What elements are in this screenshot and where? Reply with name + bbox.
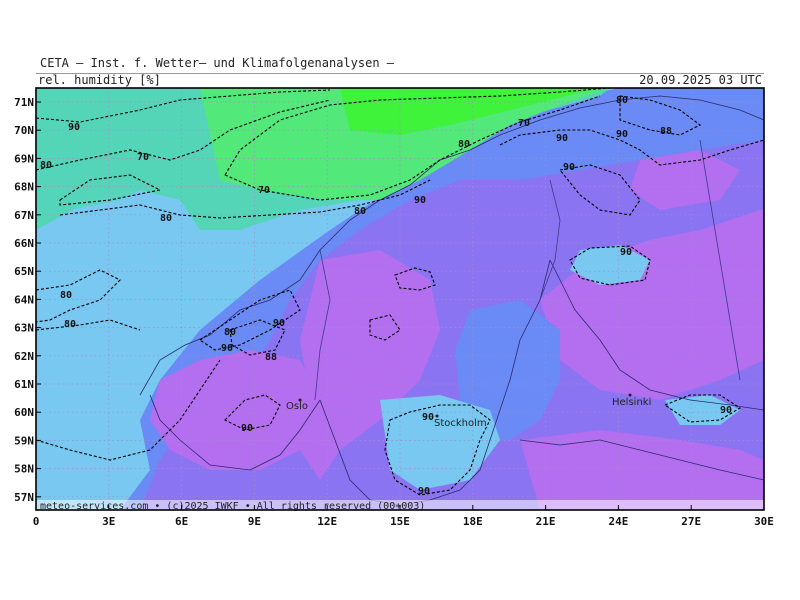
city-helsinki: Helsinki bbox=[612, 397, 651, 408]
contour-label: 80 bbox=[458, 139, 470, 150]
contour-label: 80 bbox=[160, 213, 172, 224]
lat-tick-label: 65N bbox=[14, 265, 34, 278]
contour-label: 90 bbox=[414, 195, 426, 206]
humidity-map: 90 80 70 70 80 80 80 80 80 90 90 88 90 7… bbox=[14, 87, 774, 528]
contour-label: 80 bbox=[224, 327, 236, 338]
contour-label: 88 bbox=[660, 126, 672, 137]
city-oslo: Oslo bbox=[286, 401, 308, 412]
contour-label: 90 bbox=[68, 122, 80, 133]
contour-label: 80 bbox=[60, 290, 72, 301]
contour-label: 70 bbox=[258, 185, 270, 196]
lon-tick-label: 24E bbox=[608, 515, 628, 528]
contour-label: 90 bbox=[418, 486, 430, 497]
lat-tick-label: 63N bbox=[14, 322, 34, 335]
lon-tick-label: 9E bbox=[248, 515, 261, 528]
city-oslo-marker bbox=[298, 398, 302, 402]
city-stockholm-marker bbox=[435, 414, 439, 418]
contour-label: 90 bbox=[422, 412, 434, 423]
lon-tick-label: 0 bbox=[33, 515, 40, 528]
lat-tick-label: 60N bbox=[14, 406, 34, 419]
contour-label: 80 bbox=[354, 206, 366, 217]
lat-tick-label: 69N bbox=[14, 152, 34, 165]
contour-label: 90 bbox=[221, 343, 233, 354]
city-stockholm: Stockholm bbox=[434, 418, 487, 429]
contour-label: 90 bbox=[241, 423, 253, 434]
contour-label: 90 bbox=[563, 162, 575, 173]
contour-label: 70 bbox=[518, 118, 530, 129]
lon-tick-label: 3E bbox=[102, 515, 115, 528]
contour-label: 90 bbox=[620, 247, 632, 258]
lat-tick-label: 67N bbox=[14, 209, 34, 222]
lat-tick-label: 64N bbox=[14, 293, 34, 306]
lon-tick-label: 27E bbox=[681, 515, 701, 528]
lon-tick-label: 6E bbox=[175, 515, 188, 528]
lon-tick-label: 30E bbox=[754, 515, 774, 528]
lat-tick-label: 61N bbox=[14, 378, 34, 391]
lat-tick-label: 70N bbox=[14, 124, 34, 137]
lat-tick-label: 71N bbox=[14, 96, 34, 109]
lon-tick-label: 15E bbox=[390, 515, 410, 528]
lon-tick-label: 21E bbox=[536, 515, 556, 528]
contour-label: 90 bbox=[616, 129, 628, 140]
contour-label: 80 bbox=[40, 160, 52, 171]
lon-tick-label: 18E bbox=[463, 515, 483, 528]
contour-label: 80 bbox=[616, 95, 628, 106]
lon-tick-label: 12E bbox=[317, 515, 337, 528]
contour-label: 70 bbox=[137, 152, 149, 163]
lat-tick-label: 66N bbox=[14, 237, 34, 250]
contour-label: 90 bbox=[720, 405, 732, 416]
lat-tick-label: 59N bbox=[14, 434, 34, 447]
lat-tick-label: 58N bbox=[14, 463, 34, 476]
contour-label: 80 bbox=[64, 319, 76, 330]
lat-tick-label: 68N bbox=[14, 181, 34, 194]
lat-tick-label: 57N bbox=[14, 491, 34, 504]
lat-tick-label: 62N bbox=[14, 350, 34, 363]
contour-label: 90 bbox=[556, 133, 568, 144]
city-helsinki-marker bbox=[628, 393, 632, 397]
contour-label: 88 bbox=[265, 352, 277, 363]
contour-label: 90 bbox=[273, 318, 285, 329]
